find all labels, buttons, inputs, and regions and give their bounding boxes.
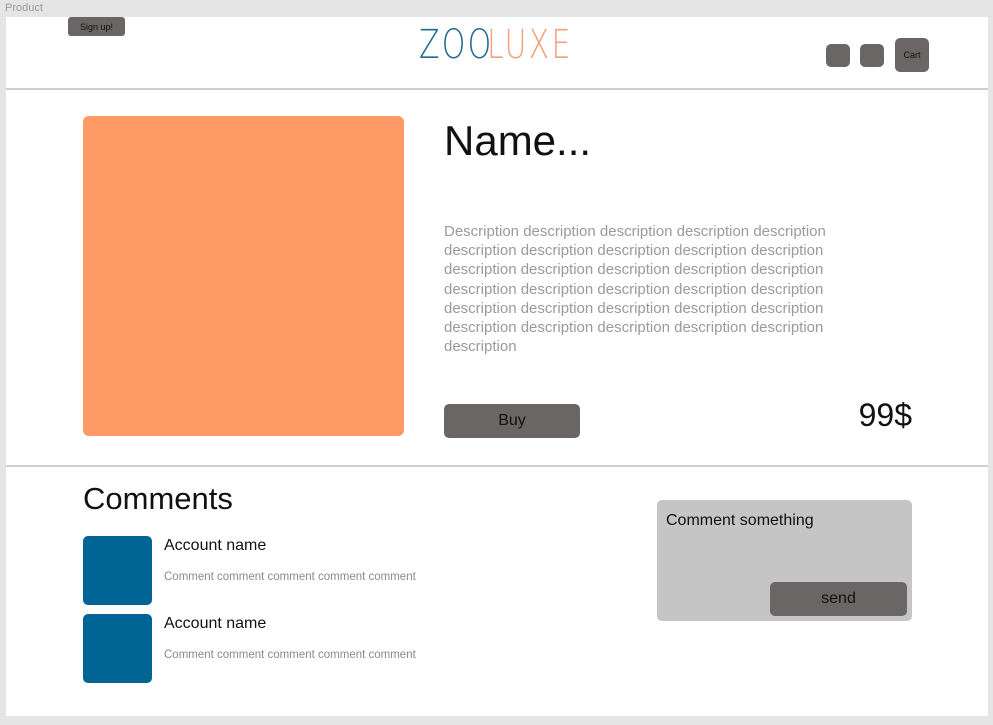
- comments-heading: Comments: [83, 481, 233, 516]
- send-button[interactable]: send: [770, 582, 907, 616]
- account-name[interactable]: Account name: [164, 537, 266, 555]
- header-icon-button-2[interactable]: [860, 44, 884, 67]
- header-icon-button-1[interactable]: [826, 44, 850, 67]
- comment-input-box[interactable]: Comment something send: [657, 500, 912, 621]
- section-divider: [6, 465, 988, 467]
- avatar[interactable]: [83, 614, 152, 683]
- logo-text-zoo: ZOO: [419, 22, 494, 68]
- product-image: [83, 116, 404, 436]
- comment-item: Account name Comment comment comment com…: [83, 614, 483, 684]
- buy-button[interactable]: Buy: [444, 404, 580, 438]
- comment-input-placeholder[interactable]: Comment something: [666, 512, 814, 530]
- avatar[interactable]: [83, 536, 152, 605]
- zooluxe-logo[interactable]: ZOO LUXE: [419, 21, 570, 69]
- signup-button[interactable]: Sign up!: [68, 17, 125, 36]
- logo-text-luxe: LUXE: [487, 22, 573, 68]
- product-price: 99$: [858, 397, 912, 433]
- comment-text: Comment comment comment comment comment: [164, 571, 416, 583]
- account-name[interactable]: Account name: [164, 615, 266, 633]
- comment-text: Comment comment comment comment comment: [164, 649, 416, 661]
- product-description: Description description description desc…: [444, 223, 826, 356]
- product-page: Sign up! ZOO LUXE Cart Name... Descriptio…: [6, 17, 988, 716]
- comment-item: Account name Comment comment comment com…: [83, 536, 483, 606]
- product-name: Name...: [444, 117, 592, 164]
- frame-label: Product: [5, 2, 43, 14]
- cart-button[interactable]: Cart: [895, 38, 929, 72]
- header-divider: [6, 88, 988, 90]
